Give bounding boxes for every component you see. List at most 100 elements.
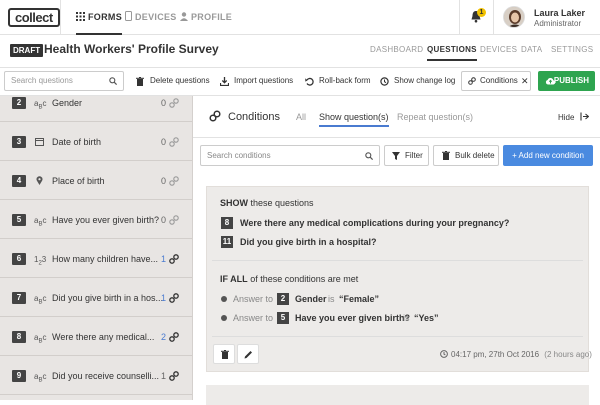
condition-search-placeholder: Search conditions <box>207 151 271 160</box>
search-icon <box>365 152 373 160</box>
show-change-log-label: Show change log <box>394 76 456 85</box>
list-item[interactable]: 4 Place of birth 0 <box>0 161 192 200</box>
list-item[interactable]: 3 Date of birth 0 <box>0 122 192 161</box>
rollback-form-button[interactable]: Roll-back form <box>305 71 371 91</box>
clock-icon <box>440 350 448 358</box>
tab-all[interactable]: All <box>296 112 306 122</box>
hide-button[interactable]: Hide <box>558 112 590 122</box>
question-search-input[interactable]: Search questions <box>4 71 124 91</box>
nav-forms[interactable]: FORMS <box>76 0 122 35</box>
question-number: 2 <box>277 293 289 305</box>
list-item[interactable]: 2 aBc Gender 0 <box>0 96 192 122</box>
number-type-icon: 123 <box>34 255 47 267</box>
app-logo[interactable]: collect <box>8 8 60 27</box>
text-type-icon: aBc <box>34 99 47 111</box>
delete-condition-button[interactable] <box>213 344 235 364</box>
user-role: Administrator <box>534 19 582 28</box>
import-icon <box>220 77 229 86</box>
link-icon <box>169 215 179 225</box>
nav-devices[interactable]: DEVICES <box>125 0 177 35</box>
import-questions-label: Import questions <box>234 76 294 85</box>
tab-questions[interactable]: QUESTIONS <box>427 45 477 61</box>
question-search-placeholder: Search questions <box>11 76 73 85</box>
nav-profile[interactable]: PROFILE <box>180 0 232 35</box>
tab-repeat-questions[interactable]: Repeat question(s) <box>397 112 473 122</box>
show-label: SHOW <box>220 198 248 208</box>
calendar-icon <box>35 138 44 146</box>
text-type-icon: aBc <box>34 216 47 228</box>
question-number: 11 <box>221 236 233 248</box>
collapse-icon <box>580 112 590 121</box>
filter-button[interactable]: Filter <box>384 145 429 166</box>
question-number: 8 <box>12 331 26 343</box>
link-icon <box>169 293 179 303</box>
list-item[interactable]: 9 aBc Did you receive counselli... 1 <box>0 356 192 395</box>
page-title: Health Workers' Profile Survey <box>44 42 219 56</box>
link-icon <box>468 77 476 85</box>
link-icon <box>169 332 179 342</box>
condition-card <box>206 385 589 405</box>
condition-timestamp: 04:17 pm, 27th Oct 2016 (2 hours ago) <box>440 350 592 359</box>
rule-operator: is <box>403 313 410 323</box>
condition-count: 1 <box>161 293 167 303</box>
rollback-form-label: Roll-back form <box>319 76 371 85</box>
question-number: 5 <box>12 214 26 226</box>
add-condition-button[interactable]: + Add new condition <box>503 145 593 166</box>
draft-badge: DRAFT <box>10 44 44 57</box>
condition-count: 0 <box>161 215 167 225</box>
condition-count: 0 <box>161 98 167 108</box>
rule-question: Gender <box>295 294 327 304</box>
rule-operator: is <box>328 294 335 304</box>
nav-devices-label: DEVICES <box>135 12 177 22</box>
import-questions-button[interactable]: Import questions <box>220 71 293 91</box>
bulk-delete-button[interactable]: Bulk delete <box>433 145 499 166</box>
link-icon <box>169 137 179 147</box>
tab-devices[interactable]: DEVICES <box>480 45 517 54</box>
condition-count: 0 <box>161 137 167 147</box>
avatar[interactable] <box>503 6 525 28</box>
divider <box>459 0 460 35</box>
publish-button[interactable]: PUBLISH <box>538 71 595 91</box>
conditions-toggle[interactable]: Conditions ✕ <box>461 71 531 91</box>
user-name[interactable]: Laura Laker <box>534 8 585 18</box>
divider <box>212 260 583 261</box>
delete-questions-button[interactable]: Delete questions <box>136 71 210 91</box>
list-item[interactable]: 7 aBc Did you give birth in a hos... 1 <box>0 278 192 317</box>
question-text: How many children have... <box>52 254 159 264</box>
divider <box>493 0 494 35</box>
show-heading: SHOW these questions <box>220 198 314 208</box>
device-icon <box>125 11 132 21</box>
bulk-delete-label: Bulk delete <box>455 151 495 160</box>
text-type-icon: aBc <box>34 372 47 384</box>
link-icon <box>169 254 179 264</box>
bullet-icon <box>221 315 227 321</box>
rule-value: “Yes” <box>414 313 439 323</box>
link-icon <box>169 176 179 186</box>
question-number: 6 <box>12 253 26 265</box>
condition-search-input[interactable]: Search conditions <box>200 145 380 166</box>
show-change-log-button[interactable]: Show change log <box>380 71 455 91</box>
grid-icon <box>76 12 85 21</box>
question-number: 5 <box>277 312 289 324</box>
list-item[interactable]: 6 123 How many children have... 1 <box>0 239 192 278</box>
pencil-icon <box>244 351 252 359</box>
tab-data[interactable]: DATA <box>521 45 542 54</box>
link-icon <box>209 110 221 122</box>
filter-label: Filter <box>405 151 423 160</box>
edit-condition-button[interactable] <box>237 344 259 364</box>
timestamp-text: 04:17 pm, 27th Oct 2016 <box>451 350 540 359</box>
show-question-text[interactable]: Were there any medical complications dur… <box>240 218 509 228</box>
question-number: 3 <box>12 136 26 148</box>
history-icon <box>380 77 389 86</box>
tab-show-questions[interactable]: Show question(s) <box>319 112 389 127</box>
nav-forms-label: FORMS <box>88 12 122 22</box>
tab-dashboard[interactable]: DASHBOARD <box>370 45 423 54</box>
close-icon[interactable]: ✕ <box>521 72 529 90</box>
tab-settings[interactable]: SETTINGS <box>551 45 593 54</box>
condition-count: 0 <box>161 176 167 186</box>
list-item[interactable]: 5 aBc Have you ever given birth? 0 <box>0 200 192 239</box>
question-text: Date of birth <box>52 137 102 147</box>
show-question-text[interactable]: Did you give birth in a hospital? <box>240 237 377 247</box>
if-rest: of these conditions are met <box>250 274 359 284</box>
list-item[interactable]: 8 aBc Were there any medical... 2 <box>0 317 192 356</box>
